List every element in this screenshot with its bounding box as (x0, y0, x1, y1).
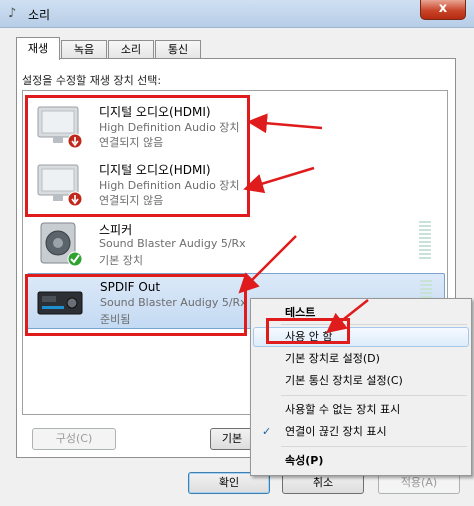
menu-item-disable[interactable]: 사용 안 함 (253, 327, 469, 347)
menu-item-properties[interactable]: 속성(P) (253, 451, 469, 471)
device-status: 연결되지 않음 (99, 194, 164, 207)
menu-item-set-default[interactable]: 기본 장치로 설정(D) (253, 349, 469, 369)
configure-button[interactable]: 구성(C) (32, 428, 116, 450)
device-status: 연결되지 않음 (99, 136, 164, 149)
monitor-disconnected-icon (37, 106, 83, 149)
title-bar: ♪ 소리 x (0, 0, 474, 28)
set-default-button[interactable]: 기본 (210, 428, 254, 450)
menu-separator (281, 324, 467, 325)
speaker-app-icon: ♪ (8, 6, 17, 21)
tab-recording[interactable]: 녹음 (61, 40, 107, 59)
device-item-hdmi-2[interactable]: 디지털 오디오(HDMI) High Definition Audio 장치 연… (27, 155, 445, 211)
device-item-speakers[interactable]: 스피커 Sound Blaster Audigy 5/Rx 기본 장치 (27, 215, 445, 271)
tab-playback[interactable]: 재생 (16, 37, 60, 60)
menu-item-show-disconnected[interactable]: ✓ 연결이 끊긴 장치 표시 (253, 422, 469, 442)
checkmark-icon: ✓ (262, 425, 272, 438)
speaker-default-icon (40, 222, 83, 267)
window-title: 소리 (28, 8, 51, 22)
device-name: 디지털 오디오(HDMI) (99, 105, 211, 119)
device-status: 준비됨 (100, 313, 131, 326)
device-description: High Definition Audio 장치 (99, 121, 240, 134)
tab-communications[interactable]: 통신 (155, 40, 201, 59)
instruction-label: 설정을 수정할 재생 장치 선택: (22, 74, 162, 87)
menu-item-show-disabled[interactable]: 사용할 수 없는 장치 표시 (253, 400, 469, 420)
menu-separator (281, 395, 467, 396)
device-description: Sound Blaster Audigy 5/Rx (100, 296, 247, 309)
context-menu: 테스트 사용 안 함 기본 장치로 설정(D) 기본 통신 장치로 설정(C) … (250, 298, 472, 476)
menu-separator (281, 446, 467, 447)
device-name: 디지털 오디오(HDMI) (99, 163, 211, 177)
device-description: High Definition Audio 장치 (99, 179, 240, 192)
monitor-disconnected-icon (37, 164, 83, 207)
menu-item-set-default-comm[interactable]: 기본 통신 장치로 설정(C) (253, 371, 469, 391)
volume-level-meter (419, 221, 431, 265)
device-status: 기본 장치 (99, 254, 143, 267)
close-button[interactable]: x (420, 0, 466, 20)
menu-item-label: 연결이 끊긴 장치 표시 (285, 425, 387, 438)
device-item-hdmi-1[interactable]: 디지털 오디오(HDMI) High Definition Audio 장치 연… (27, 97, 445, 153)
device-description: Sound Blaster Audigy 5/Rx (99, 237, 246, 250)
menu-item-test[interactable]: 테스트 (253, 303, 469, 323)
device-name: SPDIF Out (100, 280, 161, 294)
tab-sounds[interactable]: 소리 (108, 40, 154, 59)
spdif-device-icon (37, 291, 83, 315)
device-name: 스피커 (99, 223, 133, 237)
